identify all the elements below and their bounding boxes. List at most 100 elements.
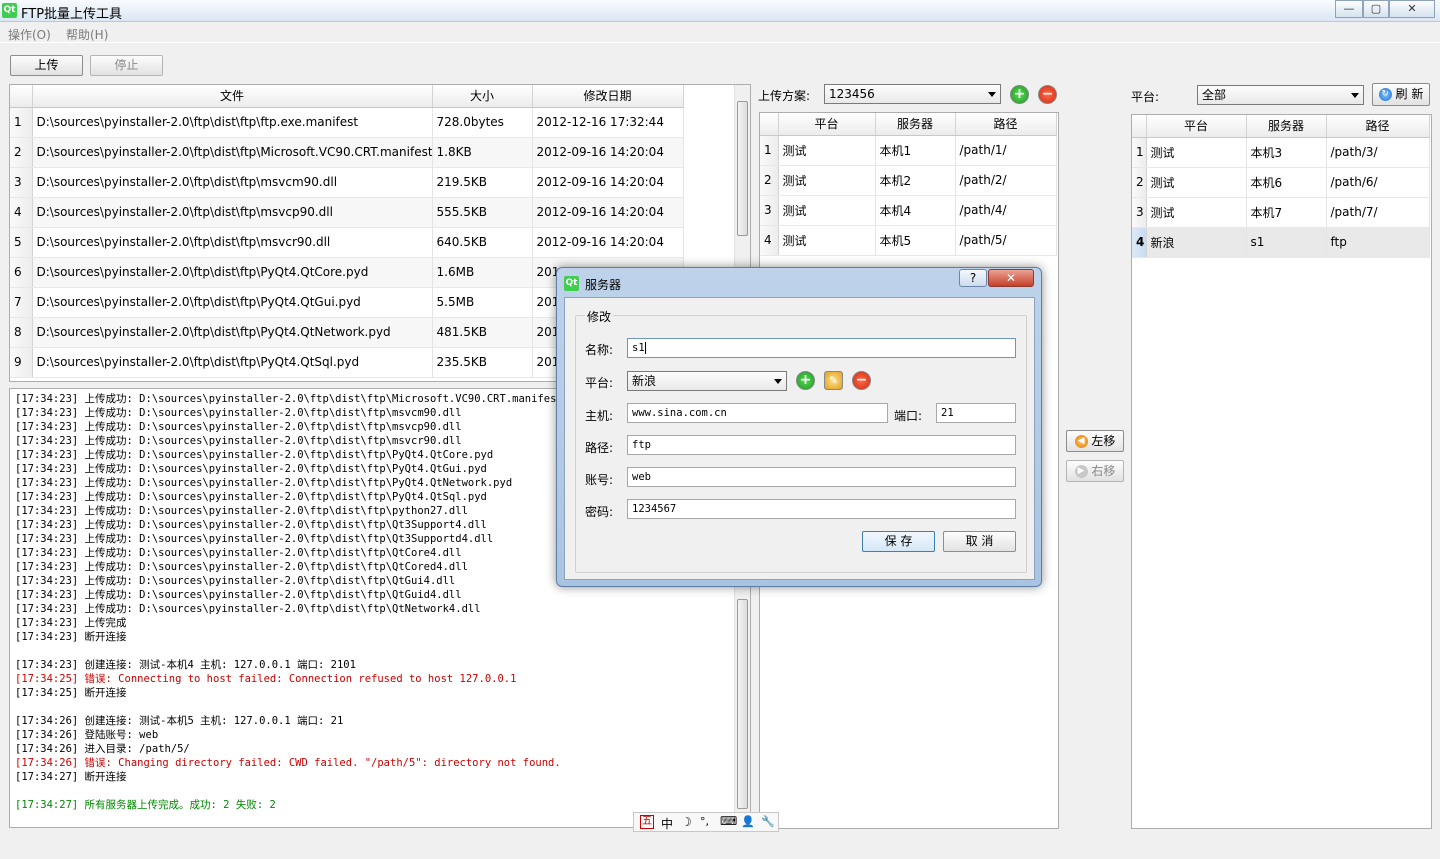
host-input[interactable]: www.sina.com.cn: [627, 403, 888, 423]
minimize-button[interactable]: —: [1335, 0, 1363, 18]
edit-platform-button[interactable]: ✎: [824, 371, 843, 390]
platform-server-table: 平台 服务器 路径 1 测试 本机3/path/3/ 2 测试 本机6/path/6/ …: [1131, 114, 1432, 829]
file-size: 728.0bytes: [432, 107, 533, 138]
log-line: [17:34:26] 错误: Changing directory failed…: [15, 757, 561, 769]
file-size: 555.5KB: [432, 197, 533, 228]
move-left-label: 左移: [1091, 434, 1116, 448]
table-row-selected[interactable]: 4 新浪 s1 ftp: [1132, 227, 1430, 258]
server-cell: 本机3: [1246, 137, 1327, 168]
moon-icon[interactable]: ☽: [681, 815, 692, 829]
platform-select[interactable]: 新浪: [627, 371, 787, 391]
row-number: 3: [760, 195, 779, 226]
log-line: [17:34:27] 断开连接: [15, 771, 127, 783]
move-right-button[interactable]: ▶ 右移: [1066, 460, 1124, 482]
table-row[interactable]: 3 D:\sources\pyinstaller-2.0\ftp\dist\ftp…: [10, 167, 684, 198]
column-header-date[interactable]: 修改日期: [532, 85, 684, 108]
table-row[interactable]: 2 测试 本机6/path/6/: [1132, 167, 1430, 198]
ime-chinese-mode[interactable]: 中: [661, 815, 673, 832]
user-icon[interactable]: 👤: [741, 815, 755, 828]
refresh-icon: ↻: [1378, 88, 1392, 101]
table-row[interactable]: 2 D:\sources\pyinstaller-2.0\ftp\dist\ftp…: [10, 137, 684, 168]
corner-header: [1132, 115, 1147, 138]
keyboard-icon[interactable]: ⌨: [720, 814, 737, 828]
port-input[interactable]: 21: [936, 403, 1016, 423]
remove-platform-button[interactable]: −: [852, 371, 871, 390]
row-number: 8: [10, 317, 33, 348]
table-row[interactable]: 4 测试 本机5/path/5/: [760, 225, 1057, 256]
table-row[interactable]: 5 D:\sources\pyinstaller-2.0\ftp\dist\ftp…: [10, 227, 684, 258]
server-dialog: Qt 服务器 ? ✕ 修改 名称: s1 平台: 新浪 + ✎ − 主机: ww…: [556, 267, 1042, 587]
path-cell: /path/5/: [955, 225, 1057, 256]
column-header-platform[interactable]: 平台: [1146, 115, 1247, 138]
row-number: 4: [1132, 227, 1147, 258]
column-header-path[interactable]: 路径: [1326, 115, 1430, 138]
row-number: 1: [10, 107, 33, 138]
cancel-button[interactable]: 取 消: [943, 531, 1016, 552]
port-label: 端口:: [894, 409, 923, 423]
table-row[interactable]: 2 测试 本机2/path/2/: [760, 165, 1057, 196]
column-header-server[interactable]: 服务器: [875, 113, 956, 136]
column-header-server[interactable]: 服务器: [1246, 115, 1327, 138]
move-left-button[interactable]: ◀ 左移: [1066, 430, 1124, 452]
ime-wubi-icon[interactable]: 五: [640, 815, 654, 829]
stop-button[interactable]: 停止: [90, 55, 163, 76]
close-button[interactable]: ✕: [1389, 0, 1435, 18]
menu-help[interactable]: 帮助(H): [66, 26, 108, 43]
add-platform-button[interactable]: +: [796, 371, 815, 390]
qt-dialog-icon: Qt: [564, 276, 579, 291]
platform-combo[interactable]: 全部: [1197, 85, 1364, 105]
platform-cell: 测试: [1146, 167, 1247, 198]
path-cell: /path/6/: [1326, 167, 1430, 198]
wrench-icon[interactable]: 🔧: [761, 815, 775, 828]
upload-button[interactable]: 上传: [10, 55, 83, 76]
name-input[interactable]: s1: [627, 338, 1016, 358]
maximize-button[interactable]: ▢: [1363, 0, 1389, 18]
column-header-file[interactable]: 文件: [32, 85, 433, 108]
path-cell: /path/2/: [955, 165, 1057, 196]
file-size: 640.5KB: [432, 227, 533, 258]
column-header-platform[interactable]: 平台: [778, 113, 876, 136]
ime-toolbar[interactable]: 五 中 ☽ °, ⌨ 👤 🔧: [633, 812, 779, 832]
menu-operate[interactable]: 操作(O): [8, 26, 51, 43]
file-date: 2012-09-16 14:20:04: [532, 227, 684, 258]
file-size: 481.5KB: [432, 317, 533, 348]
add-scheme-button[interactable]: +: [1010, 85, 1029, 104]
table-row[interactable]: 1 测试 本机3/path/3/: [1132, 137, 1430, 168]
file-path: D:\sources\pyinstaller-2.0\ftp\dist\ftp\…: [32, 317, 433, 348]
dialog-help-button[interactable]: ?: [959, 269, 987, 287]
path-input[interactable]: ftp: [627, 435, 1016, 455]
password-input[interactable]: 1234567: [627, 499, 1016, 519]
file-path: D:\sources\pyinstaller-2.0\ftp\dist\ftp\…: [32, 137, 433, 168]
file-size: 235.5KB: [432, 347, 533, 378]
punctuation-icon[interactable]: °,: [700, 815, 709, 828]
scrollbar-thumb[interactable]: [737, 599, 748, 809]
table-row[interactable]: 1 D:\sources\pyinstaller-2.0\ftp\dist\ftp…: [10, 107, 684, 138]
corner-header: [760, 113, 779, 136]
table-row[interactable]: 3 测试 本机4/path/4/: [760, 195, 1057, 226]
column-header-size[interactable]: 大小: [432, 85, 533, 108]
platform-cell: 测试: [778, 195, 876, 226]
scheme-combo[interactable]: 123456: [824, 84, 1001, 104]
server-cell: 本机4: [875, 195, 956, 226]
table-row[interactable]: 1 测试 本机1/path/1/: [760, 135, 1057, 166]
row-number: 1: [1132, 137, 1147, 168]
host-label: 主机:: [585, 409, 614, 423]
log-line: [17:34:26] 登陆账号: web: [15, 729, 159, 741]
file-path: D:\sources\pyinstaller-2.0\ftp\dist\ftp\…: [32, 347, 433, 378]
remove-scheme-button[interactable]: −: [1038, 85, 1057, 104]
dialog-close-button[interactable]: ✕: [988, 269, 1034, 287]
account-input[interactable]: web: [627, 467, 1016, 487]
save-button[interactable]: 保 存: [862, 531, 935, 552]
password-label: 密码:: [585, 505, 614, 519]
row-number: 6: [10, 257, 33, 288]
scrollbar-thumb[interactable]: [737, 101, 748, 236]
row-number: 4: [10, 197, 33, 228]
table-row[interactable]: 3 测试 本机7/path/7/: [1132, 197, 1430, 228]
table-row[interactable]: 4 D:\sources\pyinstaller-2.0\ftp\dist\ftp…: [10, 197, 684, 228]
name-label: 名称:: [585, 343, 614, 357]
refresh-button[interactable]: ↻ 刷 新: [1372, 83, 1430, 106]
column-header-path[interactable]: 路径: [955, 113, 1057, 136]
platform-cell: 测试: [778, 225, 876, 256]
log-line: [17:34:27] 所有服务器上传完成。成功: 2 失败: 2: [15, 799, 276, 811]
